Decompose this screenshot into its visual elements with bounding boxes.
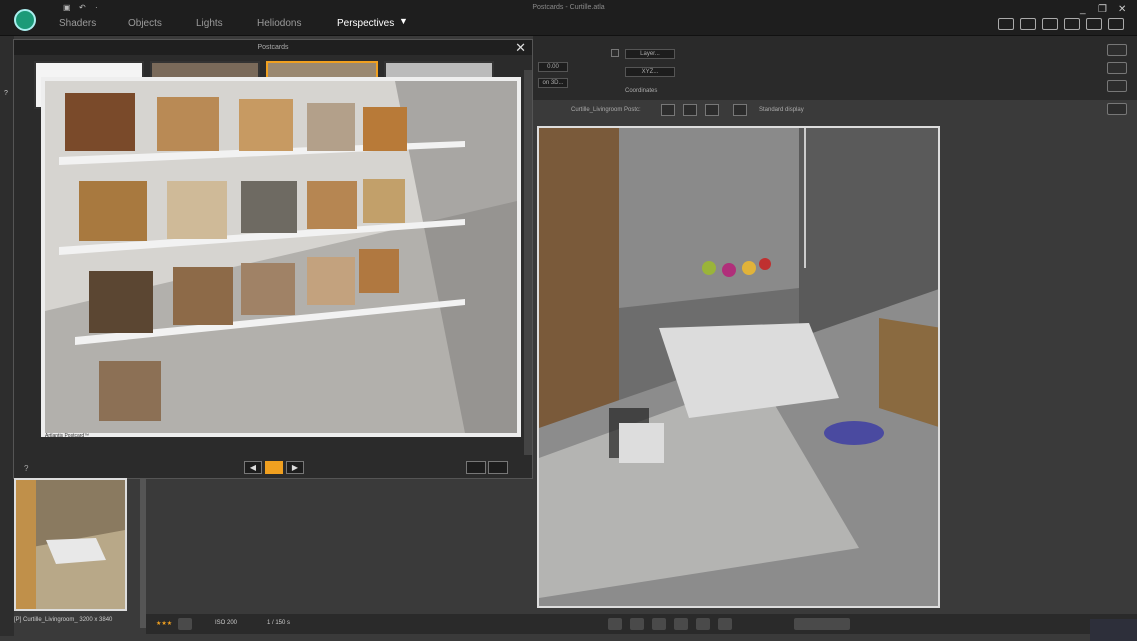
value-field[interactable]: 0.00 [538, 62, 568, 72]
lock-icon[interactable] [611, 49, 619, 57]
scrollbar[interactable] [524, 70, 532, 455]
iso-value[interactable]: ISO 200 [215, 620, 237, 626]
perspective-thumbnail[interactable] [14, 478, 127, 611]
preview-caption: Artlantis Postcard™ [45, 433, 90, 439]
bottom-bar: ★★★ ISO 200 1 / 150 s [146, 614, 1137, 634]
app-logo-icon[interactable] [14, 9, 36, 31]
navigate-icon[interactable] [674, 618, 688, 630]
windows-icon[interactable] [1042, 18, 1058, 30]
fit-icon[interactable] [683, 104, 697, 116]
pan-icon[interactable] [652, 618, 666, 630]
perspective-select[interactable]: Curtille_Livingroom Postc: [571, 107, 641, 113]
settings-icon[interactable] [1107, 80, 1127, 92]
cart-icon[interactable] [998, 18, 1014, 30]
left-strip: ? [0, 36, 14, 636]
zoom-icon[interactable] [630, 618, 644, 630]
postcards-panel: Postcards ✕ Artlantis Postcard™ ? ◀ ▶ [13, 39, 533, 479]
postcard-preview [41, 77, 521, 437]
top-bar: ▣ ↶ · Postcards - Curtille.atla Shaders … [0, 0, 1137, 36]
tab-perspectives[interactable]: Perspectives [337, 18, 394, 29]
postcard-preview-image [45, 81, 517, 433]
projection-select[interactable]: on 3D... [538, 78, 568, 88]
gallery-scrollbar[interactable] [140, 478, 146, 628]
xyz-button[interactable]: XYZ... [625, 67, 675, 77]
add-postcard-icon[interactable] [466, 461, 486, 474]
crop-icon[interactable] [705, 104, 719, 116]
preview-icon[interactable] [733, 104, 747, 116]
batch-icon[interactable] [1108, 18, 1124, 30]
single-view-button[interactable] [265, 461, 283, 474]
undo-view-icon[interactable] [608, 618, 622, 630]
sun-icon[interactable] [1107, 103, 1127, 115]
tab-objects[interactable]: Objects [128, 18, 162, 29]
aperture-icon[interactable] [178, 618, 192, 630]
coordinates-label: Coordinates [625, 88, 658, 94]
export-icon[interactable] [1020, 18, 1036, 30]
render-image [539, 128, 938, 606]
previous-button[interactable]: ◀ [244, 461, 262, 474]
corner-widget [1090, 619, 1137, 641]
tab-heliodons[interactable]: Heliodons [257, 18, 301, 29]
minimize-button[interactable]: _ [1080, 4, 1086, 15]
target-icon[interactable] [718, 618, 732, 630]
panel-title: Postcards [14, 40, 532, 55]
left-help[interactable]: ? [4, 90, 8, 97]
tab-shaders[interactable]: Shaders [59, 18, 96, 29]
next-button[interactable]: ▶ [286, 461, 304, 474]
render-viewport[interactable] [537, 126, 940, 608]
color-icon[interactable] [1107, 62, 1127, 74]
layer-field[interactable]: Layer... [625, 49, 675, 59]
zoom-slider[interactable] [794, 618, 850, 630]
shutter-value[interactable]: 1 / 150 s [267, 620, 290, 626]
help-icon[interactable]: ? [24, 464, 28, 473]
close-window-button[interactable]: ✕ [1118, 4, 1126, 15]
camera-icon[interactable] [1064, 18, 1080, 30]
frame-icon[interactable] [661, 104, 675, 116]
export-postcard-icon[interactable] [488, 461, 508, 474]
tab-lights[interactable]: Lights [196, 18, 223, 29]
restore-button[interactable]: ❐ [1098, 4, 1107, 15]
thumbnail-label: [P] Curtille_Livingroom_ 3200 x 3840 [14, 617, 113, 623]
render-icon[interactable] [1086, 18, 1102, 30]
perspective-thumbnail-image [16, 480, 125, 609]
view-toolbar: Curtille_Livingroom Postc: Standard disp… [533, 100, 1137, 120]
rating-stars[interactable]: ★★★ [156, 620, 172, 627]
close-icon[interactable]: ✕ [515, 40, 526, 55]
refresh-icon[interactable] [696, 618, 710, 630]
sparkle-icon[interactable] [1107, 44, 1127, 56]
window-title: Postcards - Curtille.atla [532, 4, 605, 11]
perspectives-dropdown-icon[interactable]: ▼ [399, 16, 408, 26]
inspector-toolbar: 0.00 on 3D... Layer... XYZ... Coordinate… [533, 36, 1137, 100]
display-mode-select[interactable]: Standard display [759, 107, 804, 113]
